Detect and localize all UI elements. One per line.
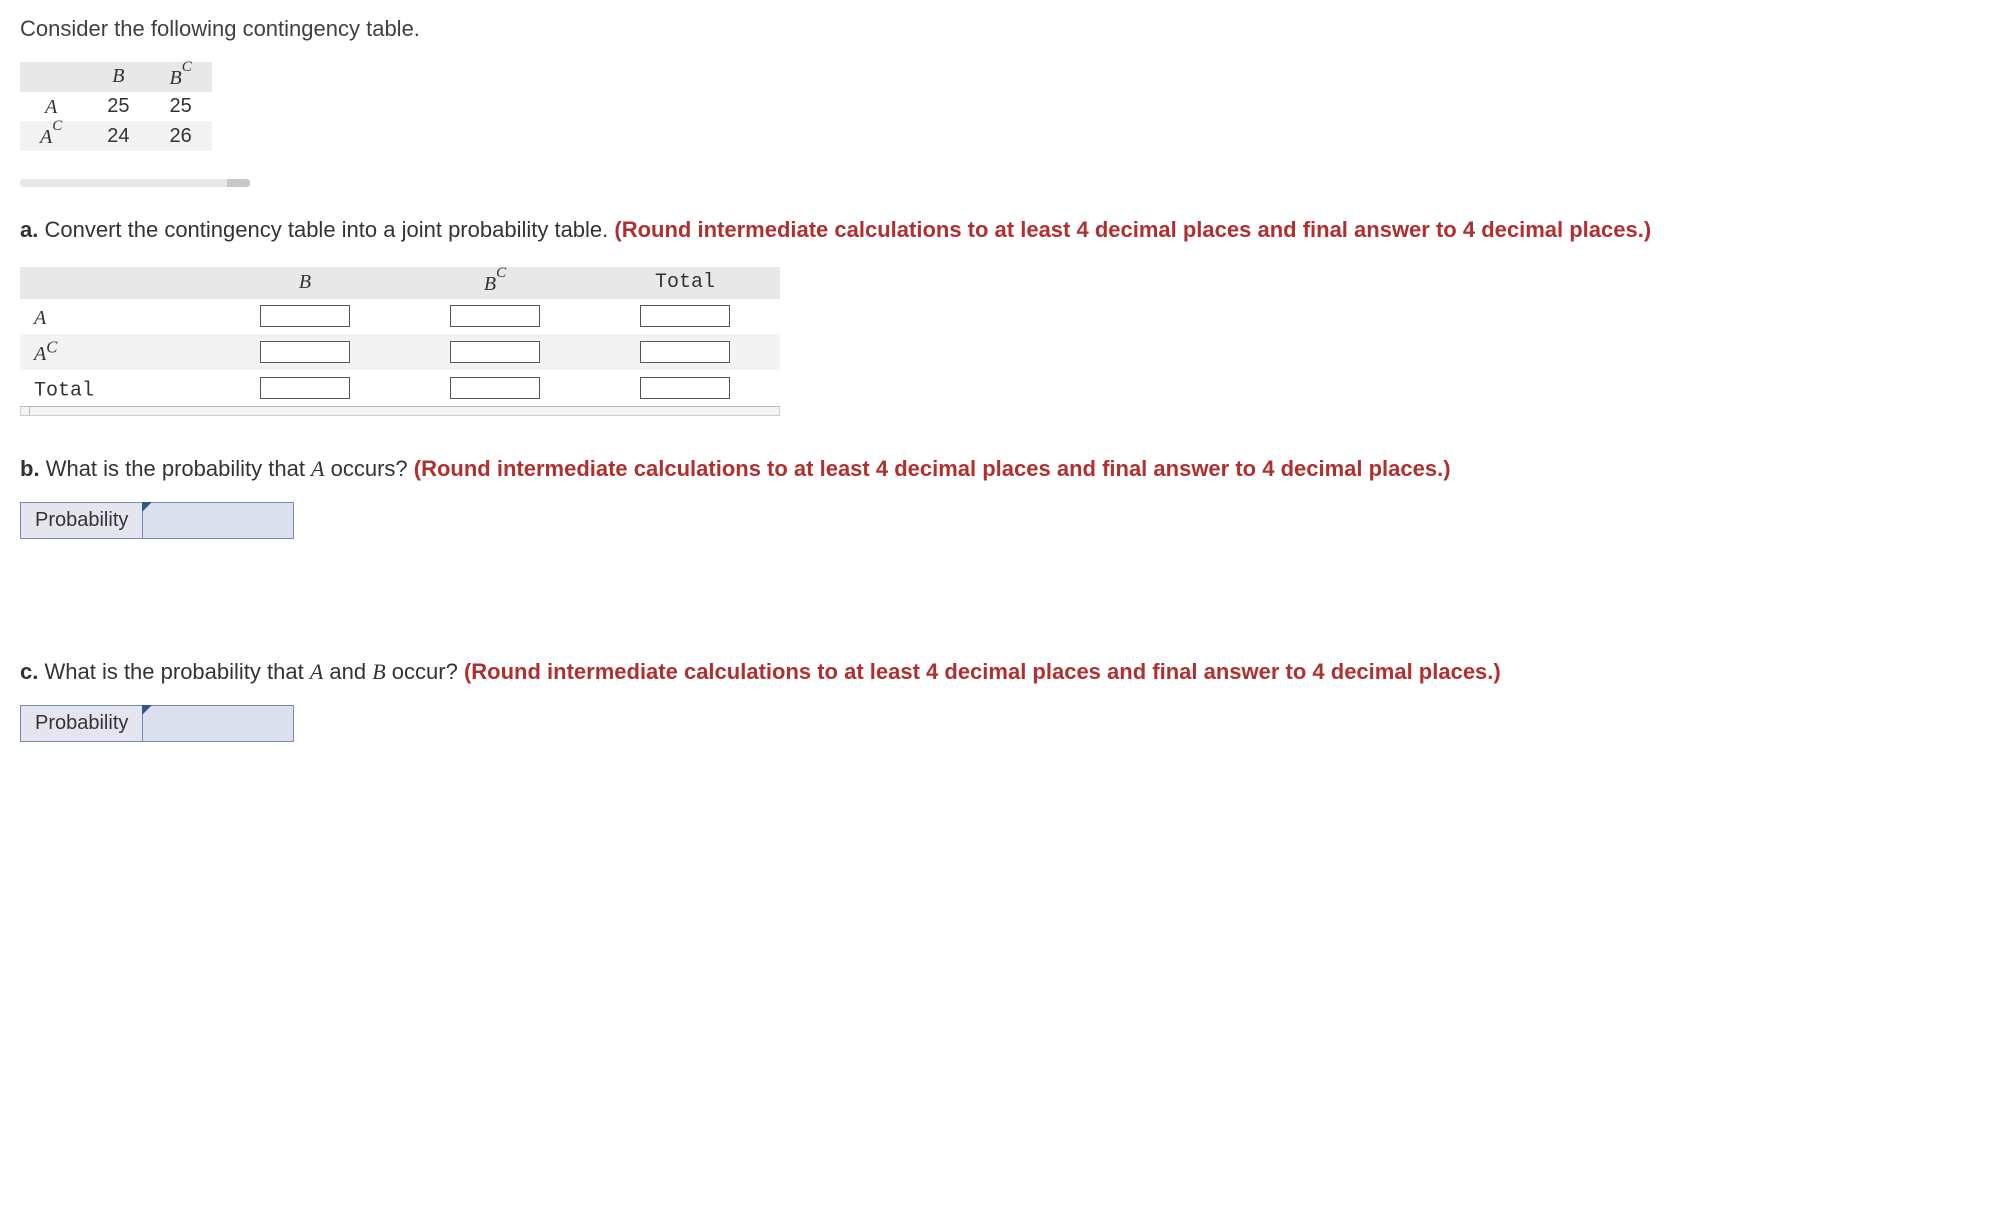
prob-box-b: Probability bbox=[20, 502, 294, 539]
q-c-label: c. bbox=[20, 659, 38, 684]
question-b: b. What is the probability that A occurs… bbox=[20, 456, 1974, 539]
ct-col-blank bbox=[20, 62, 87, 92]
ct-row-a: A bbox=[20, 92, 87, 122]
jp-total-total-input[interactable] bbox=[640, 377, 730, 399]
jp-col0 bbox=[20, 267, 210, 299]
prob-b-input[interactable] bbox=[143, 503, 293, 538]
edit-pointer-icon bbox=[142, 705, 152, 715]
jp-a-b-input[interactable] bbox=[260, 305, 350, 327]
joint-prob-table: B BC Total A AC Total bbox=[20, 267, 780, 406]
q-b-label: b. bbox=[20, 456, 40, 481]
jp-col-bc: BC bbox=[400, 267, 590, 299]
jp-scrollbar[interactable] bbox=[20, 406, 780, 416]
jp-row-ac-label: AC bbox=[20, 334, 210, 370]
prob-b-label: Probability bbox=[21, 503, 143, 538]
intro-text: Consider the following contingency table… bbox=[20, 16, 1974, 42]
ct-cell-ac-b: 24 bbox=[87, 121, 149, 151]
jp-ac-total-input[interactable] bbox=[640, 341, 730, 363]
ct-col-b: B bbox=[87, 62, 149, 92]
q-c-note: (Round intermediate calculations to at l… bbox=[464, 659, 1501, 684]
prob-c-label: Probability bbox=[21, 706, 143, 741]
q-b-text1: What is the probability that bbox=[46, 456, 311, 481]
jp-ac-b-input[interactable] bbox=[260, 341, 350, 363]
q-c-text1: What is the probability that bbox=[44, 659, 309, 684]
q-c-var-b: B bbox=[372, 659, 385, 684]
ct-col-bc: BC bbox=[149, 62, 211, 92]
ct-row-ac: AC bbox=[20, 121, 87, 151]
question-c: c. What is the probability that A and B … bbox=[20, 659, 1974, 742]
edit-pointer-icon bbox=[142, 502, 152, 512]
q-a-note: (Round intermediate calculations to at l… bbox=[614, 217, 1651, 242]
ct-scrollbar[interactable] bbox=[20, 179, 250, 187]
jp-row-total-label: Total bbox=[20, 370, 210, 406]
question-a: a. Convert the contingency table into a … bbox=[20, 217, 1974, 416]
ct-cell-a-bc: 25 bbox=[149, 92, 211, 122]
jp-col-total: Total bbox=[590, 267, 780, 299]
q-a-label: a. bbox=[20, 217, 38, 242]
q-b-note: (Round intermediate calculations to at l… bbox=[414, 456, 1451, 481]
prob-box-c: Probability bbox=[20, 705, 294, 742]
jp-col-b: B bbox=[210, 267, 400, 299]
q-c-text2: occur? bbox=[386, 659, 464, 684]
jp-a-total-input[interactable] bbox=[640, 305, 730, 327]
jp-a-bc-input[interactable] bbox=[450, 305, 540, 327]
ct-cell-ac-bc: 26 bbox=[149, 121, 211, 151]
q-b-var-a: A bbox=[311, 456, 324, 481]
q-a-text: Convert the contingency table into a joi… bbox=[44, 217, 614, 242]
q-b-text2: occurs? bbox=[325, 456, 414, 481]
prob-c-input[interactable] bbox=[143, 706, 293, 741]
ct-cell-a-b: 25 bbox=[87, 92, 149, 122]
jp-ac-bc-input[interactable] bbox=[450, 341, 540, 363]
contingency-table: B BC A 25 25 AC 24 26 bbox=[20, 62, 212, 151]
q-c-var-a: A bbox=[310, 659, 323, 684]
jp-row-a-label: A bbox=[20, 299, 210, 335]
jp-total-b-input[interactable] bbox=[260, 377, 350, 399]
q-c-mid: and bbox=[323, 659, 372, 684]
jp-total-bc-input[interactable] bbox=[450, 377, 540, 399]
